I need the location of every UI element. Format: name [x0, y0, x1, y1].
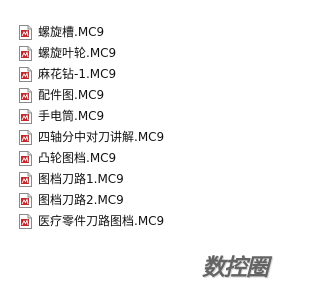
mc9-file-icon — [19, 88, 32, 103]
mc9-file-icon — [19, 25, 32, 40]
file-item[interactable]: 手电筒.MC9 — [19, 106, 164, 127]
file-name: 四轴分中对刀讲解.MC9 — [38, 130, 165, 144]
mc9-file-icon — [19, 109, 32, 124]
file-name: 螺旋叶轮.MC9 — [38, 46, 117, 60]
mc9-file-icon — [19, 193, 32, 208]
file-item[interactable]: 螺旋叶轮.MC9 — [19, 43, 164, 64]
file-item[interactable]: 螺旋槽.MC9 — [19, 22, 164, 43]
file-name: 图档刀路2.MC9 — [38, 193, 124, 207]
file-list: 螺旋槽.MC9 螺旋叶轮.MC9 麻花钻-1.MC9 配件图.MC9 手电筒.M… — [19, 22, 164, 232]
file-item[interactable]: 凸轮图档.MC9 — [19, 148, 164, 169]
file-name: 凸轮图档.MC9 — [38, 151, 117, 165]
mc9-file-icon — [19, 67, 32, 82]
mc9-file-icon — [19, 172, 32, 187]
mc9-file-icon — [19, 46, 32, 61]
file-name: 麻花钻-1.MC9 — [38, 67, 117, 81]
file-item[interactable]: 麻花钻-1.MC9 — [19, 64, 164, 85]
file-item[interactable]: 四轴分中对刀讲解.MC9 — [19, 127, 164, 148]
watermark-logo: 数控圈 — [202, 255, 269, 281]
file-item[interactable]: 配件图.MC9 — [19, 85, 164, 106]
file-item[interactable]: 医疗零件刀路图档.MC9 — [19, 211, 164, 232]
mc9-file-icon — [19, 130, 32, 145]
mc9-file-icon — [19, 151, 32, 166]
file-item[interactable]: 图档刀路1.MC9 — [19, 169, 164, 190]
file-name: 图档刀路1.MC9 — [38, 172, 124, 186]
file-name: 手电筒.MC9 — [38, 109, 105, 123]
file-item[interactable]: 图档刀路2.MC9 — [19, 190, 164, 211]
file-name: 医疗零件刀路图档.MC9 — [38, 214, 165, 228]
file-name: 螺旋槽.MC9 — [38, 25, 105, 39]
mc9-file-icon — [19, 214, 32, 229]
file-name: 配件图.MC9 — [38, 88, 105, 102]
